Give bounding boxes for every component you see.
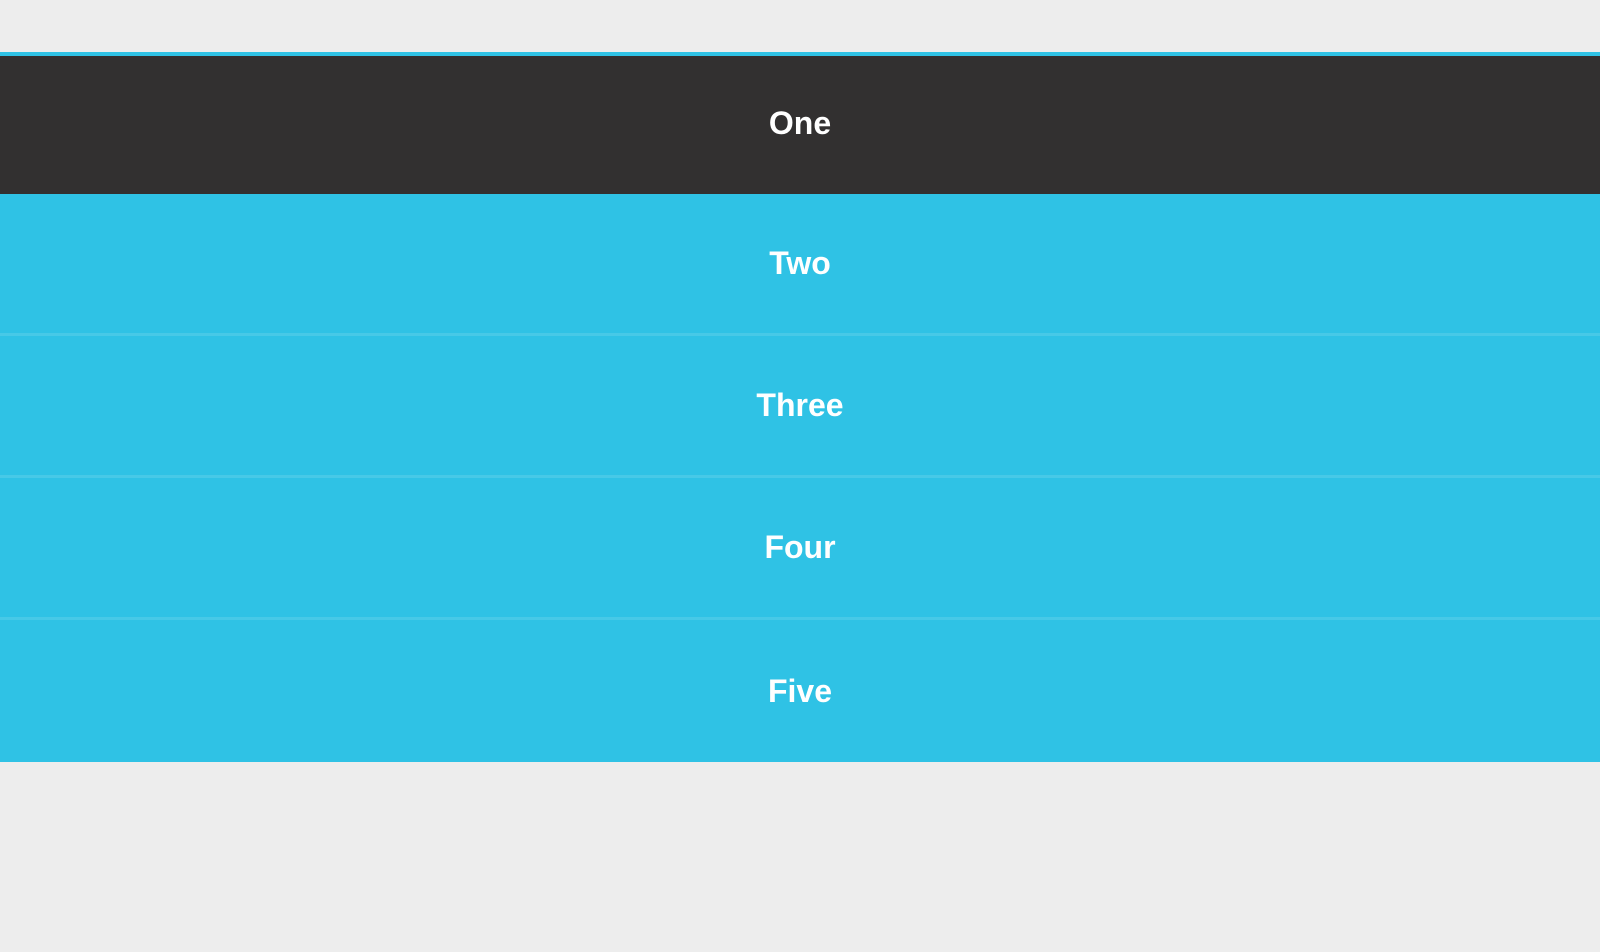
- menu-item-four[interactable]: Four: [0, 478, 1600, 620]
- menu-list: One Two Three Four Five: [0, 52, 1600, 762]
- menu-item-three[interactable]: Three: [0, 336, 1600, 478]
- menu-item-label: Four: [764, 529, 835, 566]
- menu-item-two[interactable]: Two: [0, 194, 1600, 336]
- menu-item-label: Five: [768, 673, 832, 710]
- menu-item-one[interactable]: One: [0, 52, 1600, 194]
- menu-item-label: One: [769, 105, 831, 142]
- menu-item-label: Two: [769, 245, 831, 282]
- menu-item-label: Three: [756, 387, 843, 424]
- menu-item-five[interactable]: Five: [0, 620, 1600, 762]
